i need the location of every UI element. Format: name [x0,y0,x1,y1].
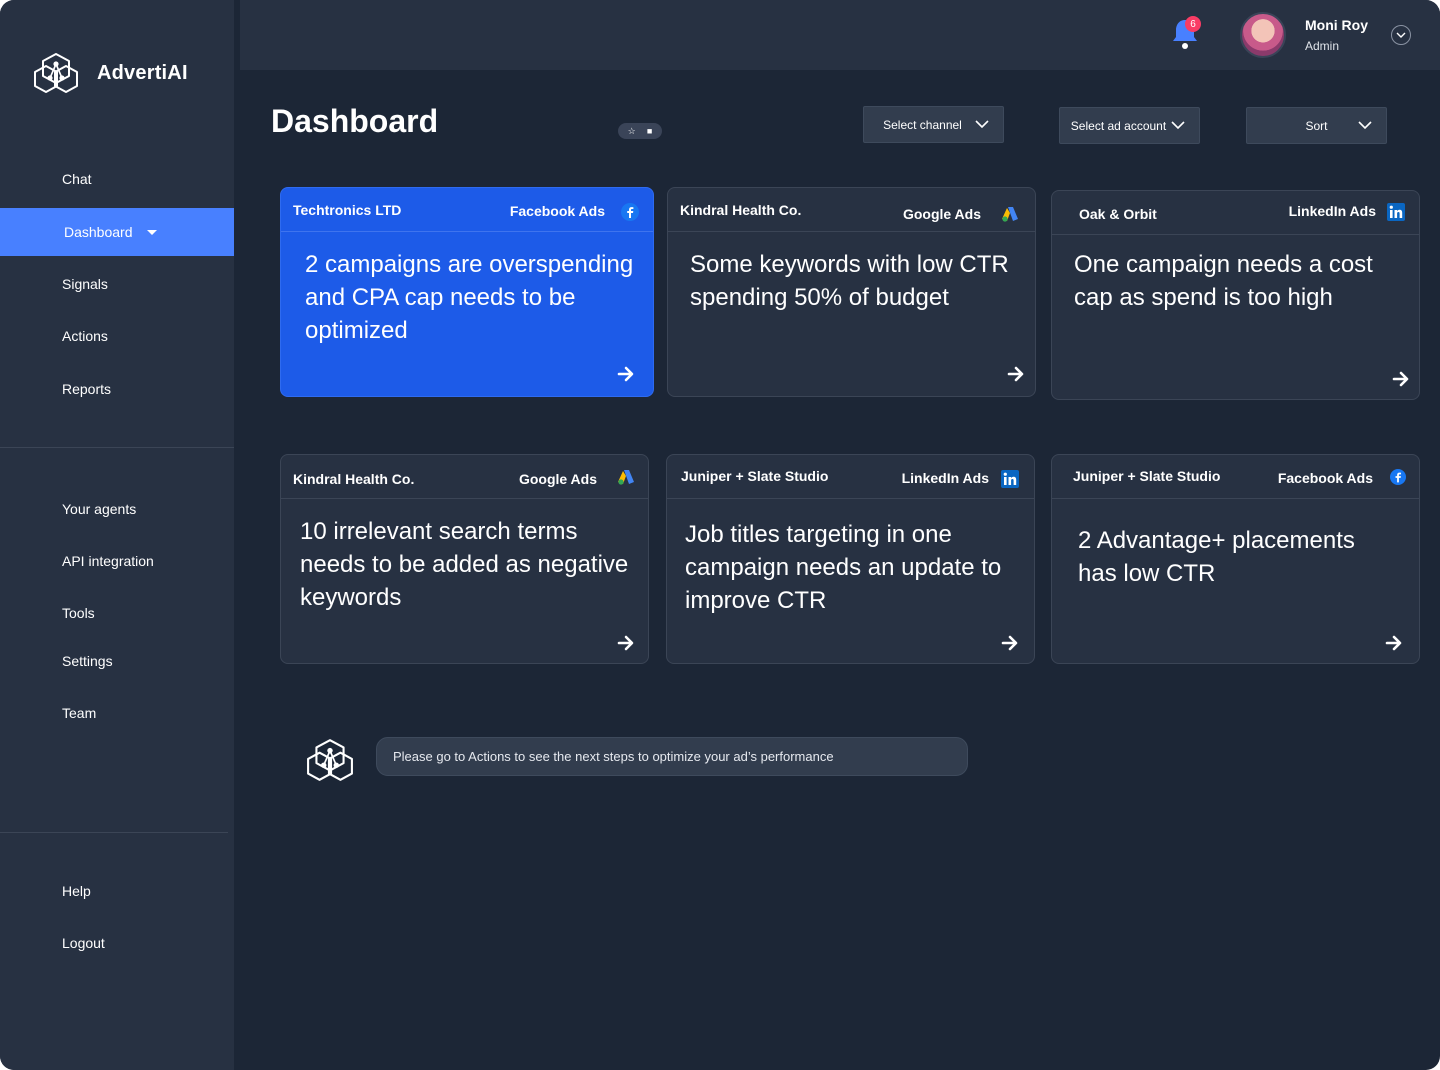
nav-label: Signals [62,276,108,292]
card-platform: Facebook Ads [509,203,605,219]
card-header: Kindral Health Co. Google Ads [668,188,1035,232]
insight-card[interactable]: Juniper + Slate Studio Facebook Ads 2 Ad… [1051,454,1420,664]
google-ads-icon [618,470,634,485]
card-message: 2 Advantage+ placements has low CTR [1078,527,1355,587]
title-tools: ☆ ■ [618,123,662,139]
chevron-down-icon [1358,121,1372,130]
chevron-down-icon [1396,32,1406,38]
nav-logout[interactable]: Logout [0,919,234,967]
star-icon[interactable]: ☆ [628,126,636,137]
linkedin-icon [1387,203,1405,221]
nav-label: Team [62,705,97,721]
nav-label: Settings [62,653,113,669]
nav-dashboard[interactable]: Dashboard [0,208,234,256]
insight-card[interactable]: Juniper + Slate Studio LinkedIn Ads Job … [666,454,1035,664]
trash-icon[interactable]: ■ [647,126,652,136]
insight-card[interactable]: Techtronics LTD Facebook Ads 2 campaigns… [280,187,654,397]
card-message: 2 campaigns are overspending and CPA cap… [305,251,634,344]
card-platform: Google Ads [518,471,597,487]
nav-settings[interactable]: Settings [0,637,234,685]
card-header: Oak & Orbit LinkedIn Ads [1052,191,1419,235]
notification-count-badge: 6 [1185,16,1201,32]
app-window: AdvertiAI Chat Dashboard Signals Actions… [0,0,1440,1070]
user-avatar[interactable] [1240,12,1286,58]
sort-select-label: Sort [1305,118,1328,133]
card-platform: Facebook Ads [1277,470,1373,486]
card-company: Oak & Orbit [1079,206,1157,222]
sort-select[interactable]: Sort [1246,107,1387,144]
nav-your-agents[interactable]: Your agents [0,485,234,533]
card-company: Techtronics LTD [293,202,402,218]
ad-account-select-label: Select ad account [1070,118,1167,133]
sidebar-divider [0,832,228,833]
channel-select[interactable]: Select channel [863,106,1004,143]
nav-label: Chat [62,171,92,187]
card-company: Kindral Health Co. [293,471,415,487]
arrow-right-icon[interactable] [1392,370,1410,388]
advertiai-logo-icon [34,53,78,93]
insight-card[interactable]: Kindral Health Co. Google Ads Some keywo… [667,187,1036,397]
nav-team[interactable]: Team [0,689,234,737]
nav-label: API integration [62,553,154,569]
arrow-right-icon[interactable] [617,634,635,652]
card-message: Some keywords with low CTR spending 50% … [690,251,1009,311]
app-name: AdvertiAI [97,61,188,84]
nav-api-integration[interactable]: API integration [0,537,234,585]
chevron-down-icon [1171,121,1185,130]
caret-down-icon [146,229,157,235]
nav-label: Reports [62,381,112,397]
page-title: Dashboard [271,103,439,139]
nav-label: Help [62,883,91,899]
sidebar: AdvertiAI Chat Dashboard Signals Actions… [0,0,234,1070]
card-company: Juniper + Slate Studio [681,468,829,484]
nav-label: Logout [62,935,105,951]
arrow-right-icon[interactable] [1007,365,1025,383]
app-logo[interactable]: AdvertiAI [33,52,188,94]
card-header: Juniper + Slate Studio Facebook Ads [1052,455,1419,499]
nav-help[interactable]: Help [0,867,234,915]
insight-card[interactable]: Oak & Orbit LinkedIn Ads One campaign ne… [1051,190,1420,400]
nav-label: Dashboard [64,224,133,240]
arrow-right-icon[interactable] [1385,634,1403,652]
nav-label: Actions [62,328,108,344]
card-platform: Google Ads [902,206,981,222]
facebook-icon [621,203,639,221]
card-company: Kindral Health Co. [680,202,802,218]
nav-signals[interactable]: Signals [0,260,234,308]
nav-label: Tools [62,605,95,621]
card-message: 10 irrelevant search terms needs to be a… [300,518,629,611]
linkedin-icon [1001,470,1019,488]
user-menu-button[interactable] [1391,25,1411,45]
card-platform: LinkedIn Ads [901,470,989,486]
arrow-right-icon[interactable] [1001,634,1019,652]
card-company: Juniper + Slate Studio [1073,468,1221,484]
ad-account-select[interactable]: Select ad account [1059,107,1200,144]
assistant-logo-icon [307,739,353,781]
assistant-message-text: Please go to Actions to see the next ste… [393,749,834,764]
nav-chat[interactable]: Chat [0,155,234,203]
chevron-down-icon [975,120,989,129]
nav-actions[interactable]: Actions [0,312,234,360]
arrow-right-icon[interactable] [617,365,635,383]
google-ads-icon [1002,207,1018,222]
nav-tools[interactable]: Tools [0,589,234,637]
sidebar-divider [0,447,234,448]
card-header: Kindral Health Co. Google Ads [281,455,648,499]
facebook-icon [1390,469,1406,485]
card-message: One campaign needs a cost cap as spend i… [1074,251,1373,311]
nav-reports[interactable]: Reports [0,365,234,413]
top-bar: 6 Moni Roy Admin [240,0,1440,70]
nav-label: Your agents [62,501,137,517]
user-name: Moni Roy [1305,17,1368,33]
card-platform: LinkedIn Ads [1288,203,1376,219]
card-message: Job titles targeting in one campaign nee… [685,521,1002,614]
card-header: Techtronics LTD Facebook Ads [281,188,653,232]
card-header: Juniper + Slate Studio LinkedIn Ads [667,455,1034,499]
insight-card[interactable]: Kindral Health Co. Google Ads 10 irrelev… [280,454,649,664]
user-role: Admin [1305,39,1340,53]
assistant-message: Please go to Actions to see the next ste… [376,737,968,776]
channel-select-label: Select channel [883,117,962,132]
